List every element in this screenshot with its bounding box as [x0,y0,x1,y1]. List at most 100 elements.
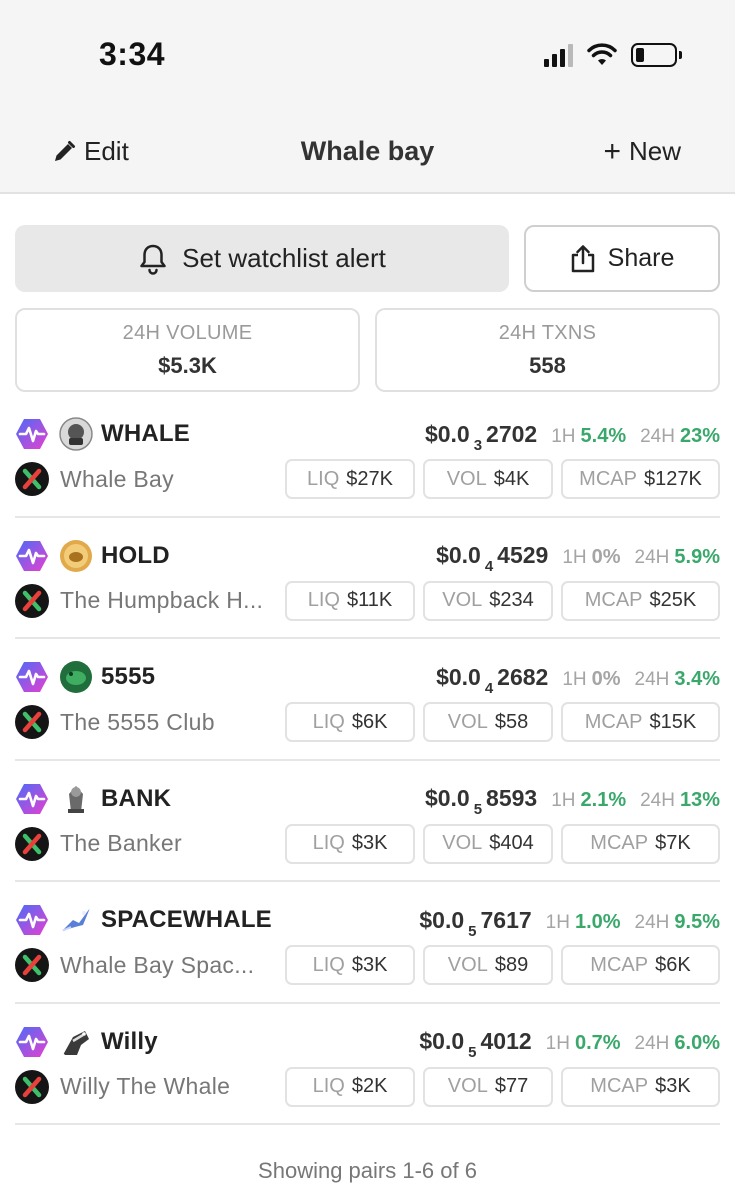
stat-label: 24H VOLUME [122,322,253,344]
token-price: $0.0 4 4529 [436,542,549,575]
token-price: $0.0 3 2702 [424,420,538,454]
volume-pill: VOL $89 [423,945,553,985]
pair-name: The Humpback H... [60,587,264,613]
dex-x-icon [15,462,49,496]
change-1h-label: 1H [562,547,587,568]
change-1h-label: 1H [562,668,587,690]
stat-24h-txns: 24H TXNS 558 [375,308,720,392]
volume-pill: VOL $77 [423,1066,553,1107]
price-block: $0.0 5 4012 1H 0.7% 24H 6.0% [419,1028,720,1061]
status-time: 3:34 [99,36,166,72]
dex-x-icon [15,948,49,982]
pair-name: Whale Bay [60,465,174,492]
change-1h-value: 0% [591,546,621,568]
liquidity-pill: LIQ $27K [285,459,415,499]
change-24h-value: 6.0% [674,1032,720,1054]
token-symbol: SPACEWHALE [101,906,272,933]
price-block: $0.0 3 2702 1H 5.4% 24H 23% [424,420,720,454]
change-24h-label: 24H [634,911,670,933]
change-1h-value: 1.0% [574,910,621,933]
signal-icon [544,43,573,67]
wifi-icon [587,43,617,65]
dex-x-icon [15,705,49,739]
liquidity-pill: LIQ $11K [285,580,415,621]
change-1h-label: 1H [551,425,576,447]
change-24h-label: 24H [634,1033,670,1054]
change-24h-value: 3.4% [674,667,720,690]
pair-list: WHALE $0.0 3 2702 1H 5.4% 24H 23% Whale Ba… [0,396,735,1125]
token-price: $0.0 4 2682 [436,663,549,697]
new-button[interactable]: + New [603,136,681,167]
liquidity-pill: LIQ $3K [285,823,415,864]
stat-label: 24H TXNS [498,322,597,344]
token-symbol: Willy [101,1027,158,1055]
pair-name: The 5555 Club [60,708,215,735]
token-symbol: HOLD [101,541,170,569]
dex-x-icon [15,1069,49,1104]
volume-pill: VOL $404 [423,823,553,864]
share-button[interactable]: Share [524,225,720,292]
bank-token-icon [59,782,93,816]
volume-pill: VOL $4K [423,459,553,499]
whale-token-icon [59,417,93,451]
stat-24h-volume: 24H VOLUME $5.3K [15,308,360,392]
market-cap-pill: MCAP $15K [561,702,720,742]
pair-name: Whale Bay Spac... [60,951,255,978]
change-24h-label: 24H [640,790,675,811]
token-price: $0.0 5 4012 [419,1028,532,1061]
token-symbol: 5555 [101,663,156,690]
change-1h-label: 1H [545,1033,570,1054]
pair-name: The Banker [60,830,182,856]
change-1h-label: 1H [545,911,570,933]
volume-pill: VOL $234 [423,580,553,621]
dex-x-icon [15,826,49,861]
dex-x-icon [15,583,49,618]
pair-row-bank[interactable]: BANK $0.0 5 8593 1H 2.1% 24H 13% The Banke… [15,761,720,882]
pair-row-hold[interactable]: HOLD $0.0 4 4529 1H 0% 24H 5.9% The Humpba… [15,518,720,639]
change-1h-value: 5.4% [580,424,627,447]
plus-icon: + [603,134,621,168]
change-24h-value: 23% [679,424,720,447]
battery-icon [631,43,682,67]
pagination-summary: Showing pairs 1-6 of 6 [258,1158,477,1183]
chain-pulse-icon [16,1026,48,1057]
chain-pulse-icon [16,662,48,692]
change-24h-value: 5.9% [674,546,720,568]
token-symbol: BANK [101,784,172,812]
bell-icon [140,244,166,275]
share-label: Share [607,244,675,272]
pair-row-5555[interactable]: 5555 $0.0 4 2682 1H 0% 24H 3.4% The 5555 C… [15,639,720,761]
change-24h-label: 24H [634,668,670,690]
change-24h-value: 9.5% [674,910,720,933]
token-price: $0.0 5 8593 [424,785,538,818]
new-label: New [628,136,681,166]
chain-pulse-icon [16,783,48,814]
change-24h-label: 24H [634,547,670,568]
price-block: $0.0 4 2682 1H 0% 24H 3.4% [436,663,720,697]
chain-pulse-icon [16,905,48,935]
willy-token-icon [59,1025,93,1059]
price-block: $0.0 4 4529 1H 0% 24H 5.9% [436,542,720,575]
liquidity-pill: LIQ $6K [285,702,415,742]
market-cap-pill: MCAP $25K [561,580,720,621]
liquidity-pill: LIQ $2K [285,1066,415,1107]
stat-value: 558 [529,353,566,378]
market-cap-pill: MCAP $7K [561,823,720,864]
hold-token-icon [59,539,93,573]
change-1h-value: 0.7% [574,1032,621,1054]
price-block: $0.0 5 7617 1H 1.0% 24H 9.5% [419,907,720,940]
chain-pulse-icon [16,419,48,449]
change-24h-label: 24H [640,425,675,447]
nav-header: Edit Whale bay + New [0,108,735,194]
price-block: $0.0 5 8593 1H 2.1% 24H 13% [424,785,720,818]
market-cap-pill: MCAP $127K [561,459,720,499]
pair-row-willy[interactable]: Willy $0.0 5 4012 1H 0.7% 24H 6.0% Willy T… [15,1004,720,1125]
market-cap-pill: MCAP $3K [561,1066,720,1107]
status-icons [544,40,682,70]
share-icon [571,244,594,272]
pair-row-spacewhale[interactable]: SPACEWHALE $0.0 5 7617 1H 1.0% 24H 9.5% Wh… [15,882,720,1004]
spacewhale-token-icon [59,903,93,937]
set-watchlist-alert-button[interactable]: Set watchlist alert [15,225,509,292]
volume-pill: VOL $58 [423,702,553,742]
pair-row-whale[interactable]: WHALE $0.0 3 2702 1H 5.4% 24H 23% Whale Ba… [15,396,720,518]
